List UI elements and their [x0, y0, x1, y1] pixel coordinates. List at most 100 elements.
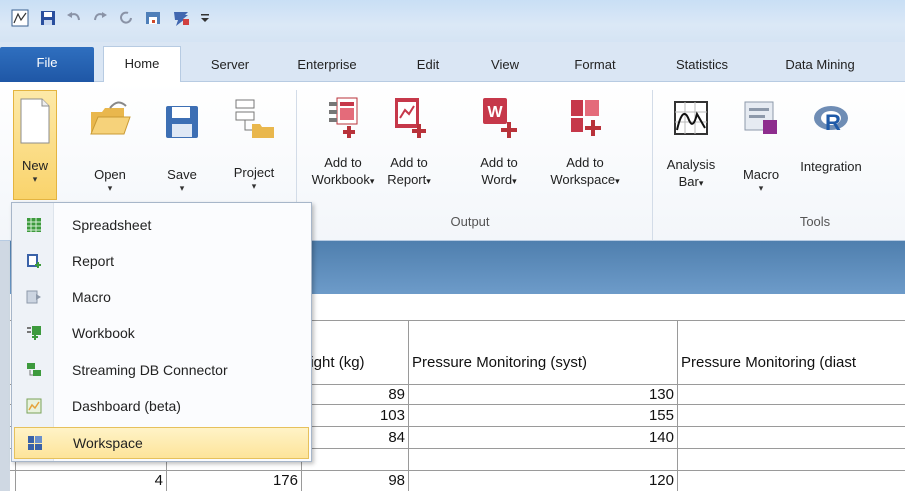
add-to-workspace-line1: Add to [566, 155, 604, 170]
output-group-label: Output [450, 214, 490, 229]
redo-icon[interactable] [90, 8, 110, 28]
table-cell[interactable]: 103 [302, 406, 408, 426]
project-label: Project [233, 165, 275, 180]
add-to-workbook-line1: Add to [324, 155, 362, 170]
project-dropdown-arrow: ▾ [251, 181, 257, 191]
analysis-bar-line2: Bar▾ [678, 174, 704, 189]
new-dropdown-arrow: ▾ [32, 174, 38, 184]
title-bar [0, 0, 905, 42]
save-disk-icon [166, 106, 198, 138]
menu-item-macro[interactable]: Macro [14, 281, 309, 313]
left-border [0, 241, 10, 491]
menu-item-label: Spreadsheet [72, 217, 152, 233]
save-icon[interactable] [38, 8, 58, 28]
tab-server[interactable]: Server [197, 52, 263, 82]
open-dropdown-arrow: ▾ [107, 183, 113, 193]
analysis-bar-button[interactable]: Analysis Bar▾ [660, 90, 722, 200]
menu-item-workbook[interactable]: Workbook [14, 317, 309, 349]
table-cell[interactable]: 98 [302, 471, 408, 491]
folder-open-icon [90, 101, 131, 135]
column-header-weight[interactable]: eight (kg) [302, 353, 406, 373]
menu-item-streaming-db-connector[interactable]: Streaming DB Connector [14, 354, 309, 386]
dashboard-icon [14, 398, 54, 414]
menu-item-spreadsheet[interactable]: Spreadsheet [14, 209, 309, 241]
menu-item-label: Workbook [72, 325, 135, 341]
tab-format[interactable]: Format [560, 52, 630, 82]
add-to-report-line2: Report▾ [387, 172, 431, 187]
add-to-workspace-button[interactable]: Add to Workspace▾ [543, 90, 627, 200]
tools-group-label: Tools [799, 214, 831, 229]
open-label: Open [94, 167, 126, 182]
db-connector-icon [14, 362, 54, 378]
menu-item-label: Macro [72, 289, 111, 305]
add-to-word-button[interactable]: W Add to Word▾ [474, 90, 524, 200]
macro-label: Macro [742, 167, 780, 182]
workbook-icon [14, 325, 54, 341]
integration-button[interactable]: R Integration [790, 90, 872, 200]
table-cell[interactable]: 89 [302, 385, 408, 405]
workbook-add-icon [329, 97, 358, 138]
save-dropdown-arrow: ▾ [179, 183, 185, 193]
add-to-report-button[interactable]: Add to Report▾ [378, 90, 440, 200]
project-button[interactable]: Project ▾ [224, 90, 284, 200]
table-cell[interactable]: 84 [302, 428, 408, 448]
add-to-word-line2: Word▾ [481, 172, 517, 187]
tab-file[interactable]: File [0, 47, 94, 82]
statistica-icon[interactable] [170, 8, 192, 28]
project-icon [235, 99, 274, 138]
table-cell[interactable]: 155 [409, 406, 677, 426]
svg-text:R: R [825, 110, 841, 135]
app-icon[interactable] [10, 8, 30, 28]
tab-view[interactable]: View [480, 52, 530, 82]
word-add-icon: W [483, 98, 517, 138]
macro-dropdown-arrow: ▾ [758, 183, 764, 193]
group-separator [652, 90, 653, 240]
open-button[interactable]: Open ▾ [85, 90, 135, 200]
table-cell[interactable]: 176 [167, 471, 301, 491]
tab-statistics[interactable]: Statistics [662, 52, 742, 82]
menu-item-label: Report [72, 253, 115, 269]
column-header-syst[interactable]: Pressure Monitoring (syst) [412, 353, 674, 373]
table-cell[interactable]: 140 [409, 428, 677, 448]
grid-line [677, 320, 678, 491]
add-to-word-line1: Add to [480, 155, 518, 170]
workspace-icon [15, 435, 55, 451]
column-header-diast[interactable]: Pressure Monitoring (diast [681, 353, 903, 373]
menu-item-label: Streaming DB Connector [72, 362, 228, 378]
add-to-workbook-button[interactable]: Add to Workbook▾ [305, 90, 381, 200]
tab-data-mining[interactable]: Data Mining [770, 52, 870, 82]
add-to-report-line1: Add to [390, 155, 428, 170]
spreadsheet-icon [14, 217, 54, 233]
analysis-bar-line1: Analysis [666, 157, 716, 172]
table-cell[interactable]: 120 [409, 471, 677, 491]
menu-item-label: Dashboard (beta) [72, 398, 181, 414]
add-to-workspace-line2: Workspace▾ [550, 172, 620, 187]
menu-item-dashboard[interactable]: Dashboard (beta) [14, 390, 309, 422]
tab-enterprise[interactable]: Enterprise [283, 52, 371, 82]
print-icon[interactable] [142, 8, 164, 28]
new-document-icon [20, 98, 50, 144]
new-button[interactable]: New ▾ [13, 90, 57, 200]
macro-button[interactable]: Macro ▾ [735, 90, 787, 200]
row-header[interactable]: 4 [16, 471, 166, 491]
new-label: New [21, 158, 48, 173]
customize-icon[interactable] [198, 8, 212, 28]
tab-edit[interactable]: Edit [408, 52, 448, 82]
add-to-workbook-line2: Workbook▾ [311, 172, 375, 187]
analysis-chart-icon [674, 101, 708, 135]
refresh-icon[interactable] [116, 8, 136, 28]
tab-home[interactable]: Home [103, 46, 181, 83]
macro-icon [14, 289, 54, 305]
save-button[interactable]: Save ▾ [160, 90, 204, 200]
report-icon [14, 253, 54, 269]
integration-label: Integration [800, 159, 862, 174]
svg-text:W: W [487, 104, 503, 121]
ribbon-tabs: File Home Server Enterprise Edit View Fo… [0, 42, 905, 83]
r-integration-icon: R [814, 106, 848, 135]
table-cell[interactable]: 130 [409, 385, 677, 405]
undo-icon[interactable] [64, 8, 84, 28]
menu-item-workspace[interactable]: Workspace [14, 427, 309, 459]
workspace-add-icon [571, 100, 601, 136]
menu-item-report[interactable]: Report [14, 245, 309, 277]
new-dropdown-menu: Spreadsheet Report Macro Workbook Stream… [11, 202, 312, 462]
